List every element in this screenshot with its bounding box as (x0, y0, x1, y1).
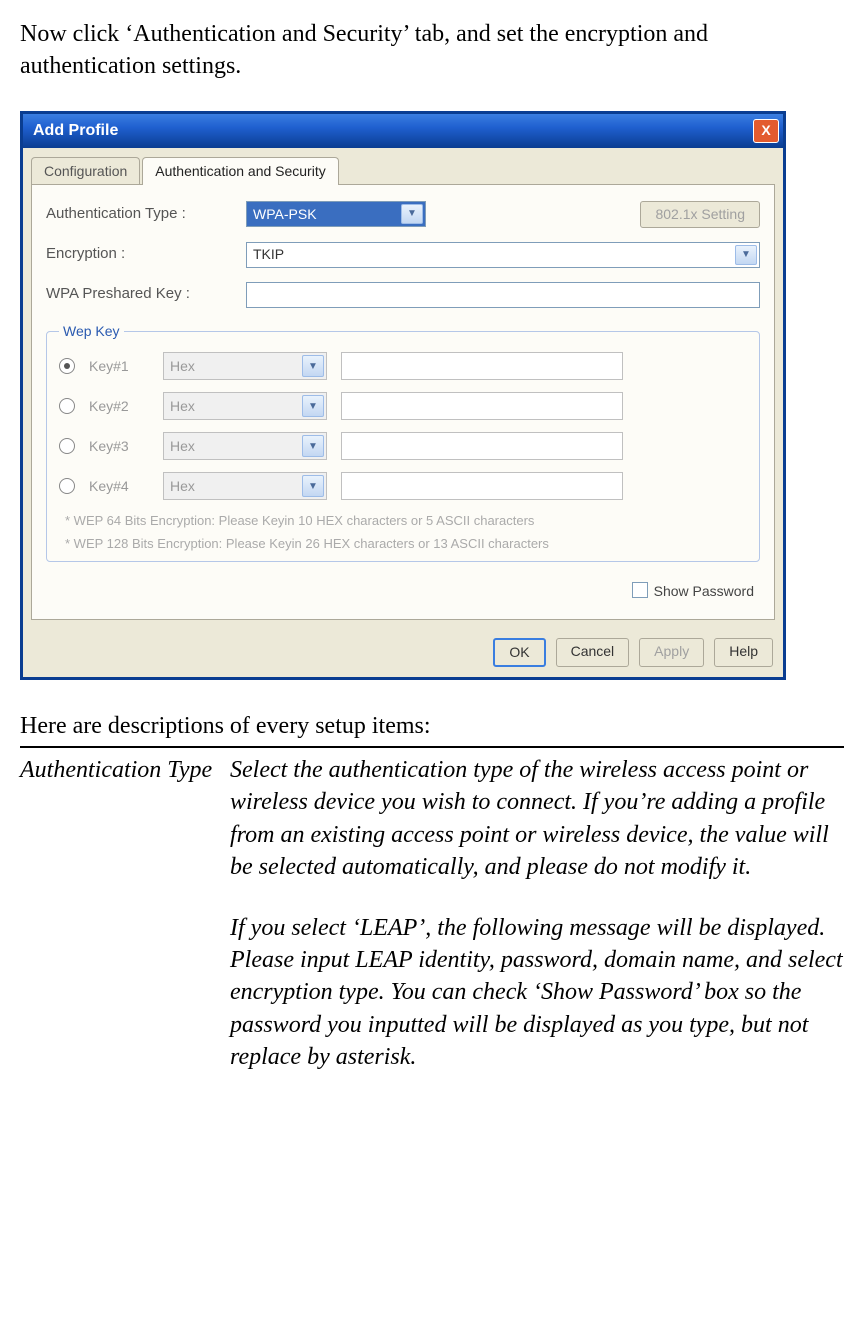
add-profile-dialog: Add Profile X Configuration Authenticati… (20, 111, 786, 680)
button-8021x-setting[interactable]: 802.1x Setting (640, 201, 760, 228)
label-key3: Key#3 (89, 437, 149, 456)
select-key4-value: Hex (170, 477, 195, 496)
wep-hint-128: * WEP 128 Bits Encryption: Please Keyin … (65, 535, 747, 553)
select-key2-type[interactable]: Hex ▼ (163, 392, 327, 420)
close-x: X (761, 121, 770, 140)
tab-strip: Configuration Authentication and Securit… (23, 148, 783, 184)
divider (20, 746, 844, 748)
select-key3-type[interactable]: Hex ▼ (163, 432, 327, 460)
label-key2: Key#2 (89, 397, 149, 416)
wep-row-1: Key#1 Hex ▼ (59, 352, 747, 380)
select-key2-value: Hex (170, 397, 195, 416)
ok-button[interactable]: OK (493, 638, 545, 667)
label-encryption: Encryption : (46, 244, 246, 264)
desc-item-text: Select the authentication type of the wi… (230, 754, 844, 1102)
chevron-down-icon: ▼ (302, 395, 324, 417)
select-encryption-value: TKIP (253, 245, 284, 264)
wep-row-2: Key#2 Hex ▼ (59, 392, 747, 420)
label-show-password: Show Password (654, 582, 754, 601)
cancel-button[interactable]: Cancel (556, 638, 630, 667)
wep-hint-64: * WEP 64 Bits Encryption: Please Keyin 1… (65, 512, 747, 530)
chevron-down-icon: ▼ (302, 355, 324, 377)
select-auth-type[interactable]: WPA-PSK ▼ (246, 201, 426, 227)
row-auth-type: Authentication Type : WPA-PSK ▼ 802.1x S… (46, 201, 760, 228)
apply-button[interactable]: Apply (639, 638, 704, 667)
select-key4-type[interactable]: Hex ▼ (163, 472, 327, 500)
input-key3[interactable] (341, 432, 623, 460)
desc-paragraph-1: Select the authentication type of the wi… (230, 754, 844, 884)
checkbox-show-password[interactable] (632, 582, 648, 598)
select-encryption[interactable]: TKIP ▼ (246, 242, 760, 268)
window-title: Add Profile (33, 120, 118, 142)
select-key1-type[interactable]: Hex ▼ (163, 352, 327, 380)
tab-configuration[interactable]: Configuration (31, 157, 140, 185)
input-psk[interactable] (246, 282, 760, 308)
intro-text: Now click ‘Authentication and Security’ … (20, 18, 844, 83)
radio-key3[interactable] (59, 438, 75, 454)
radio-key1[interactable] (59, 358, 75, 374)
chevron-down-icon: ▼ (735, 245, 757, 265)
tab-auth-security[interactable]: Authentication and Security (142, 157, 338, 185)
select-key1-value: Hex (170, 357, 195, 376)
input-key2[interactable] (341, 392, 623, 420)
select-key3-value: Hex (170, 437, 195, 456)
desc-item-name: Authentication Type (20, 754, 230, 1102)
descriptions-header: Here are descriptions of every setup ite… (20, 710, 844, 742)
chevron-down-icon: ▼ (302, 475, 324, 497)
label-key1: Key#1 (89, 357, 149, 376)
row-encryption: Encryption : TKIP ▼ (46, 242, 760, 268)
wep-row-4: Key#4 Hex ▼ (59, 472, 747, 500)
row-psk: WPA Preshared Key : (46, 282, 760, 308)
radio-key4[interactable] (59, 478, 75, 494)
input-key4[interactable] (341, 472, 623, 500)
wep-legend: Wep Key (59, 322, 124, 341)
chevron-down-icon: ▼ (401, 204, 423, 224)
label-auth-type: Authentication Type : (46, 204, 246, 224)
wep-row-3: Key#3 Hex ▼ (59, 432, 747, 460)
label-psk: WPA Preshared Key : (46, 284, 246, 304)
label-key4: Key#4 (89, 477, 149, 496)
wep-key-group: Wep Key Key#1 Hex ▼ Key#2 Hex ▼ (46, 322, 760, 562)
chevron-down-icon: ▼ (302, 435, 324, 457)
help-button[interactable]: Help (714, 638, 773, 667)
select-auth-type-value: WPA-PSK (253, 205, 317, 224)
desc-paragraph-2: If you select ‘LEAP’, the following mess… (230, 912, 844, 1074)
dialog-button-row: OK Cancel Apply Help (23, 628, 783, 677)
radio-key2[interactable] (59, 398, 75, 414)
show-password-row: Show Password (46, 572, 760, 605)
titlebar: Add Profile X (23, 114, 783, 148)
descriptions-table: Authentication Type Select the authentic… (20, 754, 844, 1102)
close-icon[interactable]: X (753, 119, 779, 143)
tab-panel: Authentication Type : WPA-PSK ▼ 802.1x S… (31, 184, 775, 620)
input-key1[interactable] (341, 352, 623, 380)
